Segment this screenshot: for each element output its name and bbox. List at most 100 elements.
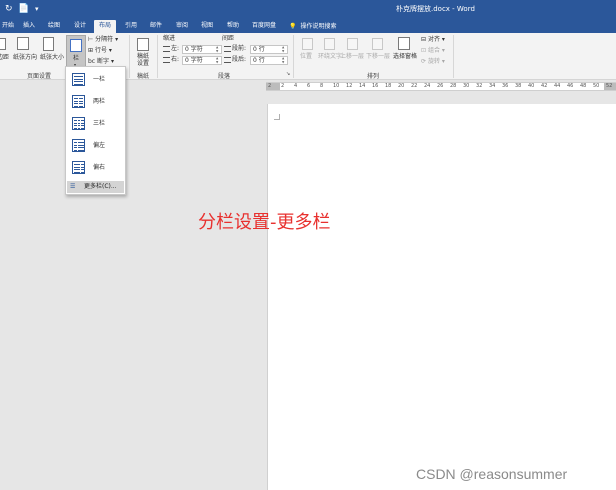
selection-pane-label[interactable]: 选择窗格 bbox=[393, 53, 417, 61]
more-columns-label: 更多栏(C)... bbox=[84, 183, 117, 190]
indent-right-input[interactable]: 0 字符 bbox=[182, 56, 222, 65]
ruler-number: 10 bbox=[333, 83, 340, 89]
draft-paper-icon[interactable] bbox=[137, 38, 149, 51]
tell-me-search[interactable]: 💡 操作说明搜索 bbox=[289, 21, 337, 30]
tab-view[interactable]: 视图 bbox=[199, 20, 215, 33]
line-numbers-icon: ⊞ bbox=[88, 47, 95, 54]
ruler-number: 44 bbox=[554, 83, 561, 89]
ruler-number: 2 bbox=[281, 83, 285, 89]
group-divider bbox=[293, 35, 294, 78]
ruler-number: 28 bbox=[450, 83, 457, 89]
three-columns-icon bbox=[72, 117, 85, 130]
margins-label[interactable]: 边距 bbox=[0, 54, 9, 62]
indent-right-icon bbox=[163, 57, 170, 63]
position-icon[interactable] bbox=[302, 38, 313, 50]
customize-quick-access-icon[interactable]: ▾ bbox=[35, 3, 39, 15]
group-button[interactable]: ⊡ 组合 ▾ bbox=[421, 47, 445, 55]
document-title: 朴克牌摆放.docx - Word bbox=[396, 5, 475, 13]
ruler-number: 48 bbox=[580, 83, 587, 89]
ruler-number: 2 bbox=[268, 83, 272, 89]
indent-left-label: 左: bbox=[171, 45, 180, 52]
horizontal-ruler[interactable]: 2 2 4 6 8 10 12 14 16 18 20 22 24 26 28 30 32 34 36 38 40 42 4… bbox=[266, 82, 616, 91]
columns-option-label: 两栏 bbox=[93, 98, 106, 105]
ruler-number: 6 bbox=[307, 83, 311, 89]
indent-right-label: 右: bbox=[171, 56, 180, 63]
columns-option-label: 一栏 bbox=[93, 76, 106, 83]
hyphenation-button[interactable]: bc 断字 ▾ bbox=[88, 58, 114, 66]
tab-insert[interactable]: 插入 bbox=[21, 20, 37, 33]
left-column-icon bbox=[72, 139, 85, 152]
selection-pane-icon[interactable] bbox=[398, 37, 410, 50]
document-page[interactable] bbox=[267, 104, 616, 490]
new-document-icon[interactable]: 📄 bbox=[18, 3, 29, 15]
paragraph-dialog-launcher-icon[interactable]: ↘ bbox=[286, 70, 290, 78]
send-backward-icon[interactable] bbox=[372, 38, 383, 50]
tell-me-text: 操作说明搜索 bbox=[300, 23, 337, 30]
spacing-before-label: 段前: bbox=[232, 45, 247, 52]
columns-icon bbox=[70, 39, 82, 52]
page-size-icon[interactable] bbox=[43, 37, 54, 51]
ruler-number: 20 bbox=[398, 83, 405, 89]
ruler-number: 42 bbox=[541, 83, 548, 89]
orientation-label[interactable]: 纸张方向 bbox=[13, 54, 37, 62]
tab-baidu-netdisk[interactable]: 百度网盘 bbox=[250, 20, 278, 33]
ruler-number: 22 bbox=[411, 83, 418, 89]
spacing-after-input[interactable]: 0 行 bbox=[250, 56, 288, 65]
tab-design[interactable]: 设计 bbox=[72, 20, 88, 33]
group-divider bbox=[129, 35, 130, 78]
wrap-text-label[interactable]: 环绕文字 bbox=[318, 53, 342, 61]
rotate-button[interactable]: ⟳ 旋转 ▾ bbox=[421, 58, 445, 66]
tab-help[interactable]: 帮助 bbox=[225, 20, 241, 33]
columns-option-two[interactable]: 两栏 bbox=[67, 91, 124, 113]
draft-paper-setup-button[interactable]: 稿纸 设置 bbox=[137, 53, 149, 67]
columns-option-left[interactable]: 偏左 bbox=[67, 135, 124, 157]
ruler-number: 16 bbox=[372, 83, 379, 89]
two-columns-icon bbox=[72, 95, 85, 108]
tab-home[interactable]: 开始 bbox=[0, 20, 16, 33]
columns-option-label: 偏右 bbox=[93, 164, 106, 171]
columns-option-right[interactable]: 偏右 bbox=[67, 157, 124, 179]
draft-paper-group-label: 稿纸 bbox=[137, 73, 150, 80]
align-label: 对齐 bbox=[427, 36, 440, 43]
columns-option-one[interactable]: 一栏 bbox=[67, 69, 124, 91]
tab-mailings[interactable]: 邮件 bbox=[148, 20, 164, 33]
line-numbers-button[interactable]: ⊞ 行号 ▾ bbox=[88, 47, 112, 55]
tab-layout[interactable]: 布局 bbox=[94, 20, 116, 33]
ruler-number: 32 bbox=[476, 83, 483, 89]
indent-left-input[interactable]: 0 字符 bbox=[182, 45, 222, 54]
right-column-icon bbox=[72, 161, 85, 174]
spacing-before-input[interactable]: 0 行 bbox=[250, 45, 288, 54]
ruler-number: 50 bbox=[593, 83, 600, 89]
ribbon-tabs: 开始 插入 绘图 设计 布局 引用 邮件 审阅 视图 帮助 百度网盘 💡 操作说明… bbox=[0, 18, 616, 33]
redo-icon[interactable]: ↻ bbox=[5, 3, 13, 15]
page-size-label[interactable]: 纸张大小 bbox=[40, 54, 64, 62]
columns-option-label: 三栏 bbox=[93, 120, 106, 127]
ruler-number: 4 bbox=[294, 83, 298, 89]
breaks-button[interactable]: ⊢ 分隔符 ▾ bbox=[88, 36, 118, 44]
ruler-number: 14 bbox=[359, 83, 366, 89]
wrap-text-icon[interactable] bbox=[324, 38, 335, 50]
columns-button[interactable]: 栏 ▾ bbox=[66, 35, 86, 67]
ruler-number: 24 bbox=[424, 83, 431, 89]
ruler-number: 30 bbox=[463, 83, 470, 89]
tab-draw[interactable]: 绘图 bbox=[46, 20, 62, 33]
ruler-number: 36 bbox=[502, 83, 509, 89]
spacing-after-label: 段后: bbox=[232, 56, 247, 63]
spacing-heading: 间距 bbox=[222, 35, 235, 42]
send-backward-label[interactable]: 下移一层 bbox=[366, 53, 390, 61]
more-columns-option[interactable]: ☰ 更多栏(C)... bbox=[67, 181, 124, 193]
orientation-icon[interactable] bbox=[17, 37, 29, 50]
position-label[interactable]: 位置 bbox=[300, 53, 312, 61]
indent-left-icon bbox=[163, 46, 170, 52]
margins-icon[interactable] bbox=[0, 38, 6, 50]
ruler-number: 26 bbox=[437, 83, 444, 89]
tab-review[interactable]: 审阅 bbox=[174, 20, 190, 33]
columns-option-three[interactable]: 三栏 bbox=[67, 113, 124, 135]
spacing-after-icon bbox=[224, 57, 231, 63]
group-divider bbox=[157, 35, 158, 78]
tab-references[interactable]: 引用 bbox=[123, 20, 139, 33]
align-button[interactable]: ⊟ 对齐 ▾ bbox=[421, 36, 445, 44]
ruler-number: 8 bbox=[320, 83, 324, 89]
bring-forward-label[interactable]: 上移一层 bbox=[340, 53, 364, 61]
bring-forward-icon[interactable] bbox=[347, 38, 358, 50]
